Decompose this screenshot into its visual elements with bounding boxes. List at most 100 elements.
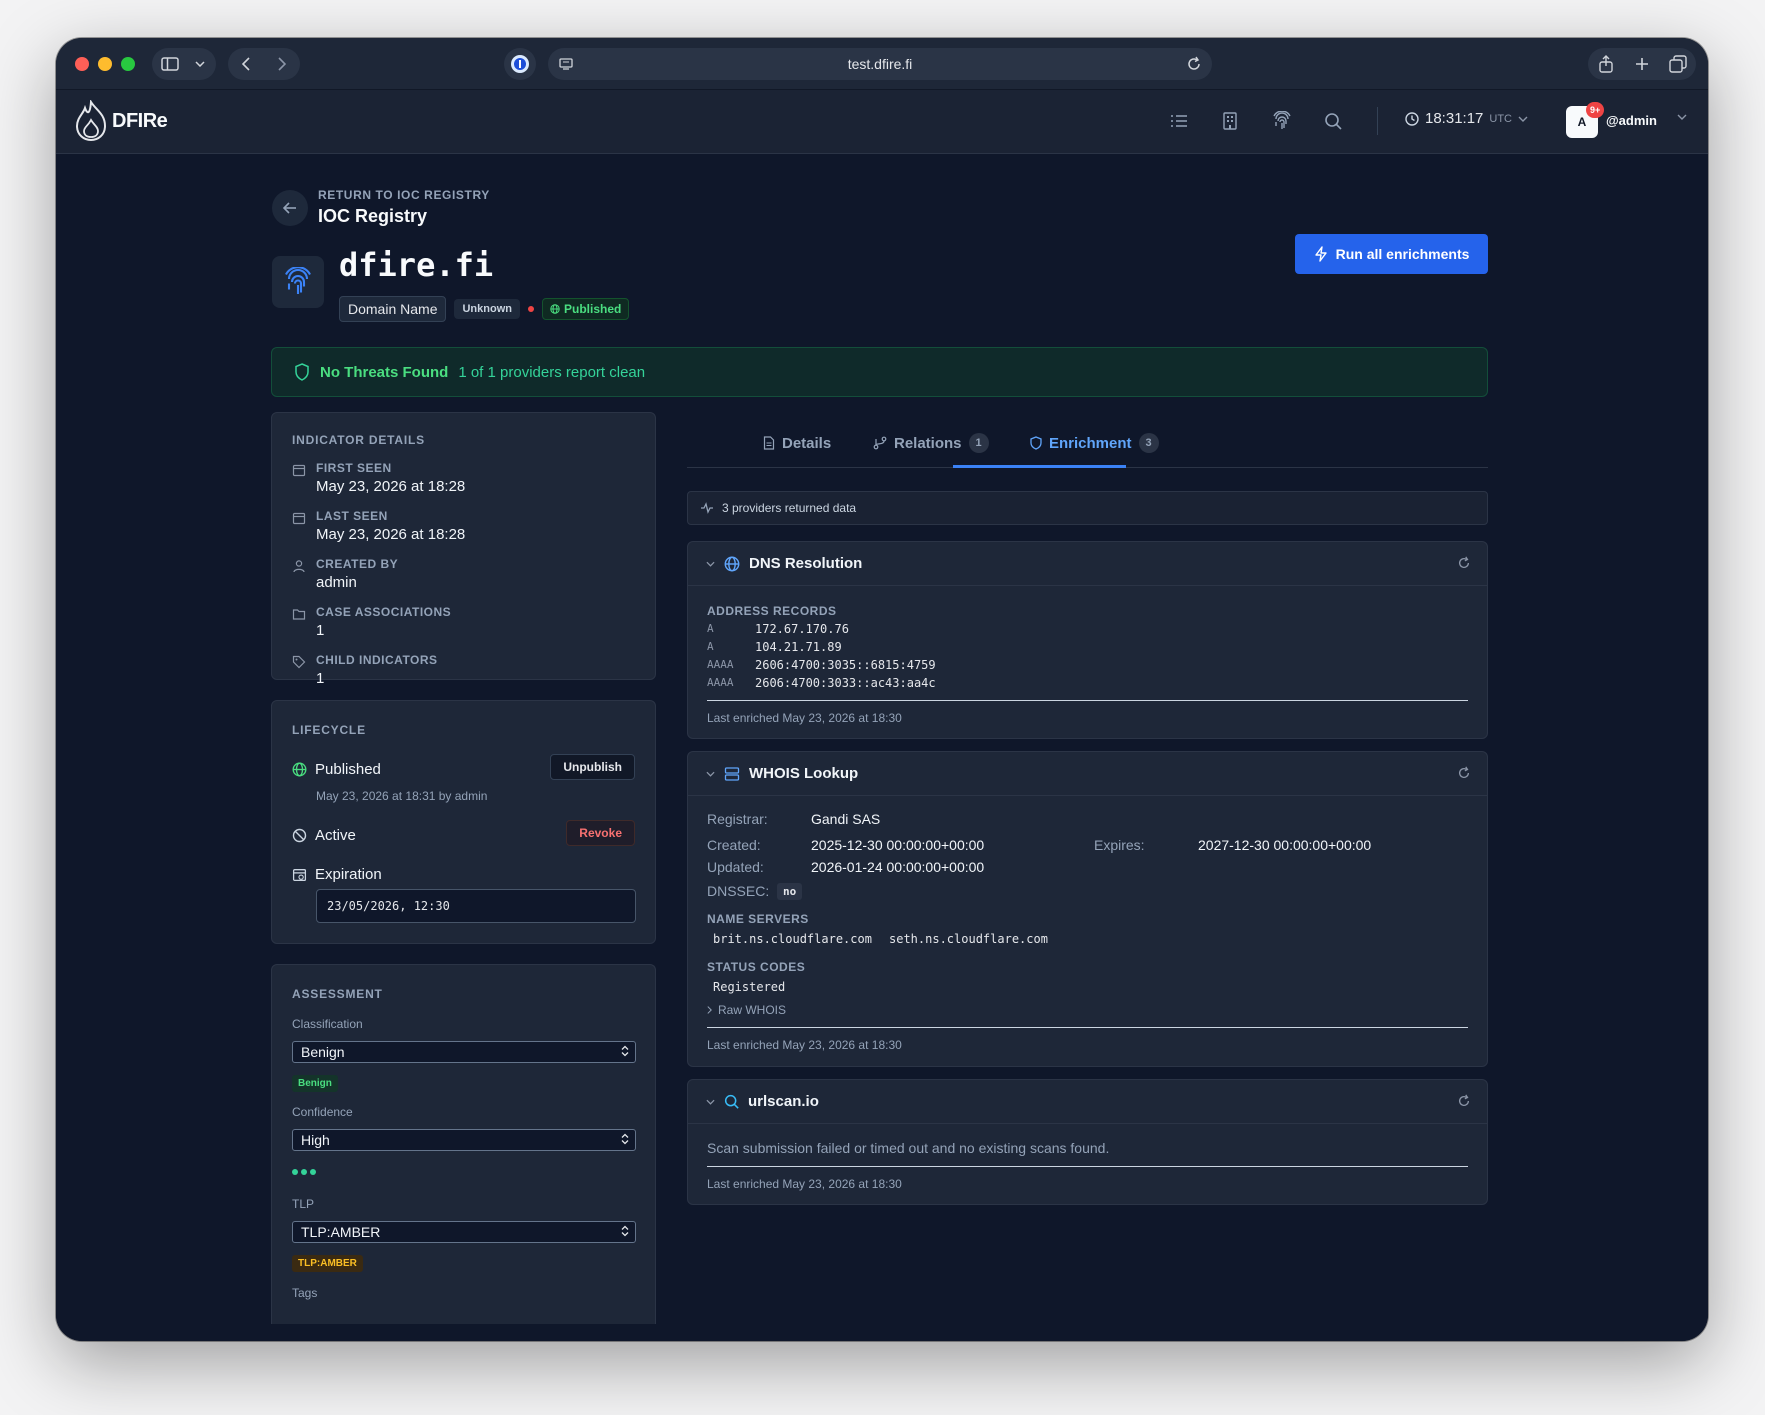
assessment-card: ASSESSMENT Classification Benign Benign … bbox=[271, 964, 656, 1324]
reload-icon[interactable] bbox=[1186, 56, 1202, 72]
name-server-value: seth.ns.cloudflare.com bbox=[889, 932, 1048, 946]
user-icon bbox=[293, 560, 305, 573]
ioc-tabs: Details Relations 1 Enrichment 3 bbox=[687, 418, 1488, 468]
zoom-window-button[interactable] bbox=[121, 57, 135, 71]
url-text: test.dfire.fi bbox=[847, 56, 913, 72]
app-name: DFIRe bbox=[112, 109, 168, 132]
tab-enrichment[interactable]: Enrichment 3 bbox=[1030, 418, 1159, 468]
share-button[interactable] bbox=[1588, 48, 1624, 80]
whois-updated-label: Updated: bbox=[707, 859, 764, 875]
breadcrumb-return-link[interactable]: RETURN TO IOC REGISTRY bbox=[318, 188, 490, 202]
detail-value: May 23, 2026 at 18:28 bbox=[316, 478, 466, 495]
whois-panel-title: WHOIS Lookup bbox=[749, 765, 859, 782]
indicator-details-card: INDICATOR DETAILS FIRST SEEN May 23, 2026… bbox=[271, 412, 656, 687]
clock-icon bbox=[1405, 111, 1419, 126]
search-button[interactable] bbox=[1321, 109, 1345, 133]
dns-record-type: AAAA bbox=[707, 676, 734, 689]
tab-enrichment-label: Enrichment bbox=[1049, 434, 1132, 452]
globe-icon bbox=[724, 556, 740, 571]
run-all-enrichments-button[interactable]: Run all enrichments bbox=[1295, 234, 1488, 274]
search-icon bbox=[1325, 113, 1342, 130]
dns-record-type: A bbox=[707, 640, 714, 653]
tlp-select[interactable]: TLP:AMBER bbox=[292, 1221, 636, 1243]
tab-details[interactable]: Details bbox=[763, 418, 831, 468]
back-to-registry-button[interactable] bbox=[272, 190, 308, 226]
detail-value: admin bbox=[316, 574, 357, 591]
organizations-nav-button[interactable] bbox=[1218, 109, 1242, 133]
whois-panel-header[interactable]: WHOIS Lookup bbox=[688, 752, 1487, 796]
ioc-nav-button[interactable] bbox=[1270, 109, 1294, 133]
clock-button[interactable]: 18:31:17 UTC bbox=[1405, 110, 1528, 127]
classification-select[interactable]: Benign bbox=[292, 1041, 636, 1063]
confidence-label: Confidence bbox=[292, 1105, 353, 1119]
list-nav-button[interactable] bbox=[1167, 109, 1191, 133]
user-menu-label[interactable]: @admin bbox=[1606, 113, 1657, 128]
browser-titlebar: test.dfire.fi bbox=[56, 38, 1708, 90]
urlscan-panel-header[interactable]: urlscan.io bbox=[688, 1080, 1487, 1124]
name-servers-heading: NAME SERVERS bbox=[707, 912, 809, 926]
whois-created-label: Created: bbox=[707, 837, 761, 853]
calendar-clock-icon bbox=[292, 868, 307, 881]
close-window-button[interactable] bbox=[75, 57, 89, 71]
unpublish-button[interactable]: Unpublish bbox=[550, 754, 635, 780]
chevron-down-icon[interactable] bbox=[1677, 114, 1687, 120]
flame-logo-icon bbox=[75, 100, 107, 142]
notification-badge[interactable]: 9+ bbox=[1586, 102, 1605, 118]
tab-details-label: Details bbox=[782, 434, 832, 452]
chevron-right-icon bbox=[707, 1006, 712, 1014]
urlscan-message: Scan submission failed or timed out and … bbox=[707, 1140, 1110, 1156]
whois-expires-label: Expires: bbox=[1094, 837, 1145, 853]
globe-icon bbox=[550, 304, 560, 314]
whois-lookup-panel: WHOIS Lookup Registrar: Gandi SAS Create… bbox=[687, 751, 1488, 1067]
server-icon bbox=[724, 766, 740, 781]
forward-button[interactable] bbox=[264, 48, 300, 80]
lifecycle-expiration-row: Expiration bbox=[292, 862, 635, 886]
tlp-value: TLP:AMBER bbox=[301, 1224, 381, 1240]
refresh-icon[interactable] bbox=[1457, 556, 1471, 570]
new-tab-button[interactable] bbox=[1624, 48, 1660, 80]
whois-registrar-value: Gandi SAS bbox=[811, 811, 881, 827]
back-button[interactable] bbox=[228, 48, 264, 80]
address-bar[interactable]: test.dfire.fi bbox=[548, 48, 1212, 80]
confidence-select[interactable]: High bbox=[292, 1129, 636, 1151]
refresh-icon[interactable] bbox=[1457, 1094, 1471, 1108]
tlp-label: TLP bbox=[292, 1197, 315, 1211]
detail-value: May 23, 2026 at 18:28 bbox=[316, 526, 466, 543]
sidebar-toggle-button[interactable] bbox=[152, 48, 188, 80]
sidebar-menu-button[interactable] bbox=[188, 48, 212, 80]
fingerprint-icon bbox=[285, 267, 311, 294]
tags-label: Tags bbox=[292, 1286, 318, 1300]
urlscan-panel-title: urlscan.io bbox=[748, 1093, 819, 1110]
confidence-value: High bbox=[301, 1132, 330, 1148]
tab-relations[interactable]: Relations 1 bbox=[873, 418, 989, 468]
revoke-button[interactable]: Revoke bbox=[566, 820, 635, 846]
chevron-down-icon bbox=[706, 1099, 715, 1105]
password-manager-button[interactable] bbox=[504, 48, 536, 80]
confidence-dots bbox=[292, 1169, 316, 1175]
chevron-down-icon bbox=[195, 61, 205, 67]
chevron-down-icon bbox=[706, 561, 715, 567]
detail-value: 1 bbox=[316, 670, 325, 687]
threat-status-title: No Threats Found bbox=[320, 363, 449, 381]
address-records-heading: ADDRESS RECORDS bbox=[707, 604, 837, 618]
app-header: DFIRe 18:31:17 UTC A 9+ @admin bbox=[56, 90, 1708, 154]
dns-record-type: AAAA bbox=[707, 658, 734, 671]
dns-panel-header[interactable]: DNS Resolution bbox=[688, 542, 1487, 586]
panel-divider bbox=[707, 700, 1468, 701]
refresh-icon[interactable] bbox=[1457, 766, 1471, 780]
panel-divider bbox=[707, 1166, 1468, 1167]
plus-icon bbox=[1636, 58, 1648, 70]
building-icon bbox=[1223, 112, 1237, 130]
dns-record-type: A bbox=[707, 622, 714, 635]
sidebar-icon bbox=[161, 57, 179, 71]
app-logo[interactable]: DFIRe bbox=[74, 100, 168, 142]
tab-overview-button[interactable] bbox=[1660, 48, 1696, 80]
panel-divider bbox=[707, 1027, 1468, 1028]
raw-whois-toggle[interactable]: Raw WHOIS bbox=[707, 1003, 786, 1017]
shield-icon bbox=[295, 363, 309, 381]
whois-created-value: 2025-12-30 00:00:00+00:00 bbox=[811, 837, 985, 853]
chevron-right-icon bbox=[278, 57, 286, 71]
minimize-window-button[interactable] bbox=[98, 57, 112, 71]
expiration-datetime-input[interactable]: 23/05/2026, 12:30 bbox=[316, 889, 636, 923]
whois-updated-value: 2026-01-24 00:00:00+00:00 bbox=[811, 859, 985, 875]
